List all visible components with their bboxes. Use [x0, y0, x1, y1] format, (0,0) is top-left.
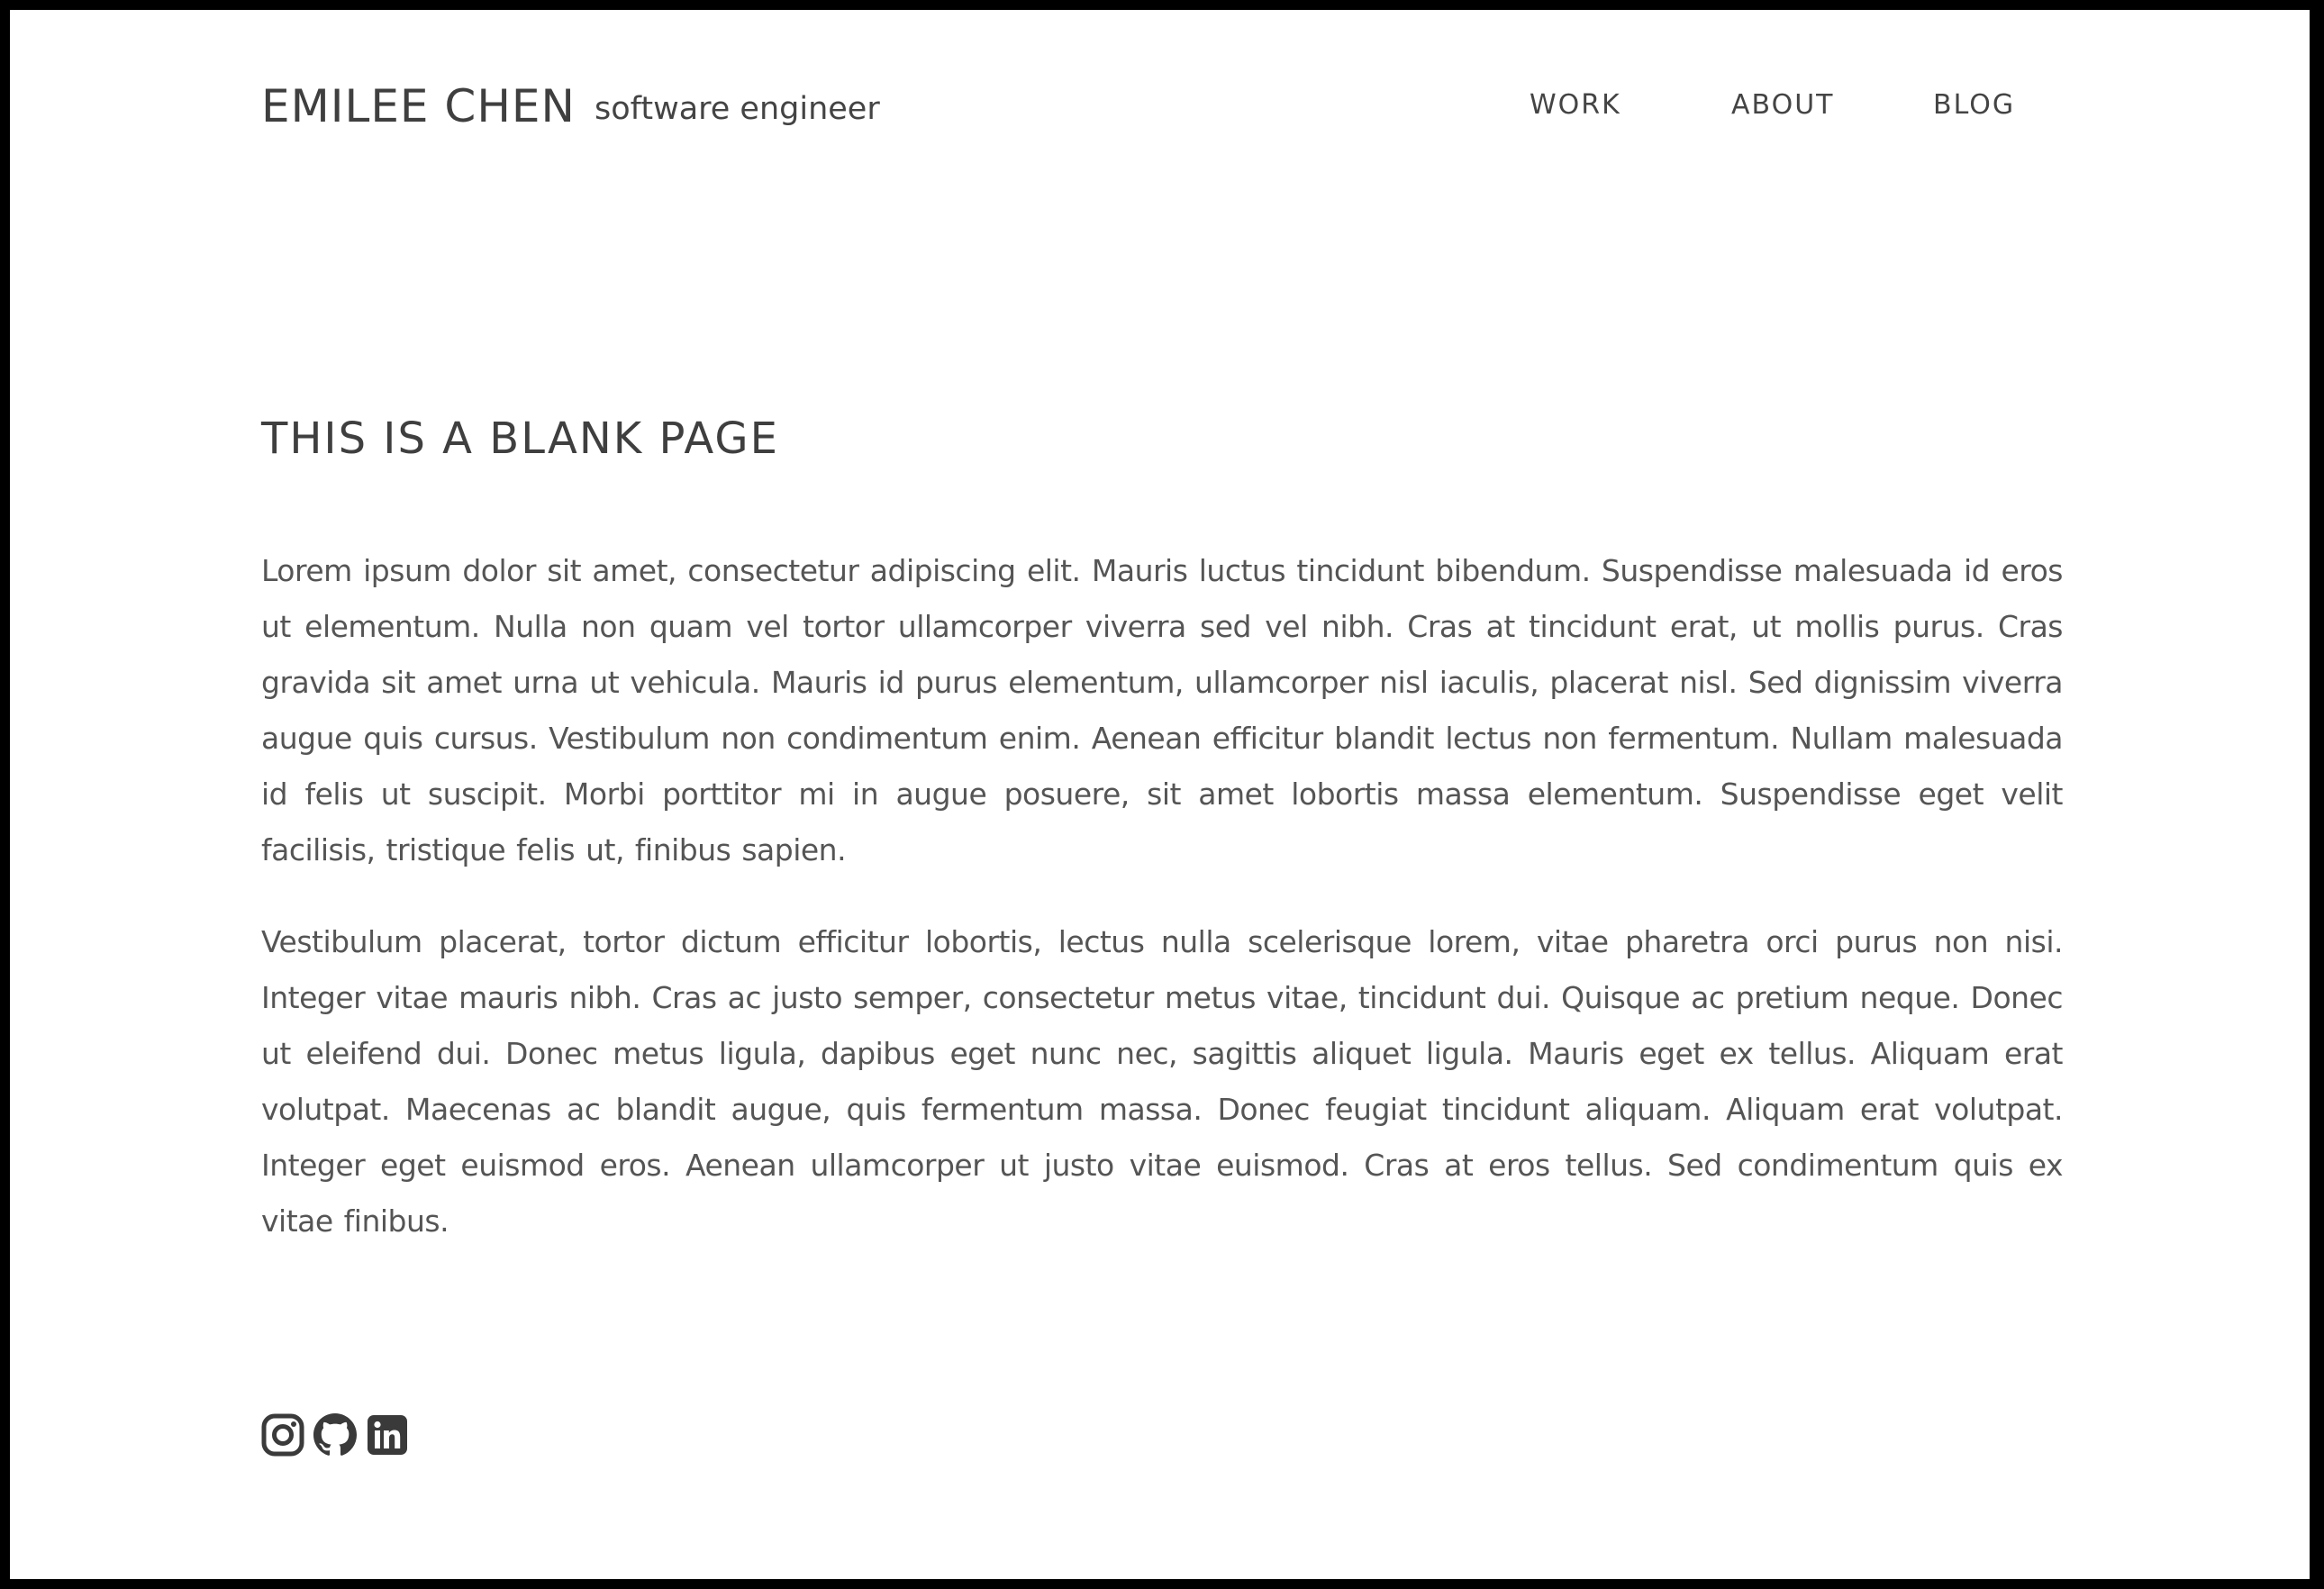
instagram-link[interactable] — [261, 1413, 304, 1458]
article-body: Lorem ipsum dolor sit amet, consectetur … — [261, 543, 2064, 1285]
nav-link-blog[interactable]: BLOG — [1933, 89, 2015, 121]
site-header: EMILEE CHEN software engineer WORK ABOUT… — [261, 73, 2063, 145]
site-name[interactable]: EMILEE CHEN — [261, 80, 576, 132]
page-title: THIS IS A BLANK PAGE — [261, 413, 779, 464]
instagram-icon — [261, 1413, 304, 1457]
nav-link-about[interactable]: ABOUT — [1731, 89, 1834, 121]
site-tagline: software engineer — [595, 91, 880, 127]
nav-link-work[interactable]: WORK — [1530, 89, 1621, 121]
github-icon — [313, 1413, 357, 1457]
paragraph: Lorem ipsum dolor sit amet, consectetur … — [261, 553, 2064, 867]
linkedin-link[interactable] — [366, 1413, 409, 1458]
github-link[interactable] — [313, 1413, 357, 1458]
page: EMILEE CHEN software engineer WORK ABOUT… — [10, 10, 2310, 1579]
paragraph: Vestibulum placerat, tortor dictum effic… — [261, 924, 2064, 1239]
linkedin-icon — [366, 1413, 409, 1457]
